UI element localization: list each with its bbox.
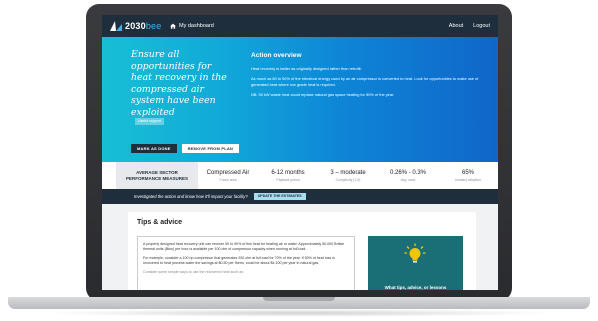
laptop-shadow [40,309,558,317]
action-title: Ensure all opportunities for heat recove… [131,49,227,118]
lightbulb-icon [404,243,426,263]
nav-dashboard-label: My dashboard [179,23,214,29]
support-tag: Useful support [135,118,165,125]
overview-paragraph-1: Heat recovery is better as originally de… [251,66,362,71]
nav-about-link[interactable]: About [449,23,463,29]
overview-paragraph-3: NB: 50 kW waste heat could replace natur… [251,92,395,98]
tips-paragraph-3: Consider some simple ways to use the rec… [143,269,244,274]
action-overview: Action overview Heat recovery is better … [251,52,487,103]
action-hero: Ensure all opportunities for heat recove… [102,37,498,162]
tips-promo-text: What tips, advice, or lessons [384,285,447,290]
top-navbar: 2030bee My dashboard About Logout [102,15,498,37]
stats-label: AVERAGE SECTOR PERFORMANCE MEASURES [116,162,198,189]
logo-text: 2030bee [125,21,162,31]
logo[interactable]: 2030bee [110,21,170,31]
stat-caption: Industry adoption [454,177,481,182]
nav-logout-link[interactable]: Logout [473,23,490,29]
laptop-notch [263,297,335,301]
tips-card: Tips & advice A properly designed heat r… [128,212,476,290]
tips-content-box: A properly designed heat recovery unit c… [137,236,355,290]
stat-value: 6-12 months [271,169,305,176]
action-overview-heading: Action overview [251,52,302,59]
stat-caption: Payback period [276,177,300,182]
home-icon [170,23,176,29]
stat-value: 3 – moderate [330,169,366,176]
tips-paragraph-2: For example, consider a 100 hp compresso… [143,255,335,265]
stat-caption: Focus area [219,177,237,182]
stat-value: 0.26% - 0.3% [389,169,427,176]
tips-paragraph-1: A properly designed heat recovery unit c… [143,242,345,251]
tips-title: Tips & advice [137,219,183,226]
performance-stats: AVERAGE SECTOR PERFORMANCE MEASURES Comp… [102,162,498,189]
logo-mark-icon [110,21,122,31]
stat-value: Compressed Air [206,169,250,176]
stat-caption: Avg. save [400,177,416,182]
stat-value: 65% [461,169,474,176]
laptop-screen: 2030bee My dashboard About Logout Ensure… [102,15,498,290]
stat-avg-save: 0.26% - 0.3% Avg. save [378,162,438,189]
nav-dashboard-link[interactable]: My dashboard [170,23,214,29]
cta-text: Investigated the action and know how it'… [134,194,248,199]
stat-adoption: 65% Industry adoption [438,162,498,189]
update-estimates-button[interactable]: UPDATE THE ESTIMATES [253,193,306,200]
action-button-row: MARK AS DONE REMOVE FROM PLAN [131,144,240,153]
estimate-cta-bar: Investigated the action and know how it'… [102,189,498,204]
stat-caption: Complexity (1-5) [335,177,361,182]
stat-complexity: 3 – moderate Complexity (1-5) [318,162,378,189]
stat-payback: 6-12 months Payback period [258,162,318,189]
stat-focus-area: Compressed Air Focus area [198,162,258,189]
mark-as-done-button[interactable]: MARK AS DONE [131,144,177,153]
overview-paragraph-2: As much as 80 to 90% of the electrical e… [251,76,479,87]
remove-from-plan-button[interactable]: REMOVE FROM PLAN [181,144,240,153]
tips-section: Tips & advice A properly designed heat r… [102,204,498,290]
tips-promo-card[interactable]: What tips, advice, or lessons [368,236,463,290]
